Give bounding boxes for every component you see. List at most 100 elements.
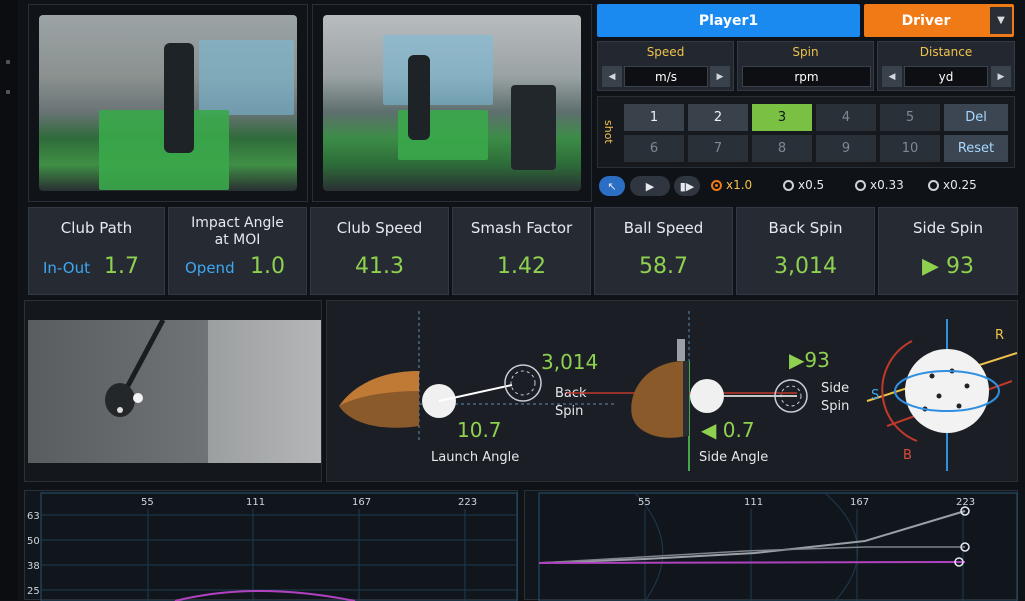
back-spin-value: 3,014 [541,350,598,374]
golfer-figure [408,55,430,140]
spin-unit-title: Spin [792,45,819,59]
speed-x05-label: x0.5 [798,178,825,192]
shot-3-button[interactable]: 3 [752,104,812,131]
speed-unit-selector: Speed ◀ m/s ▶ [597,41,734,91]
distance-unit-next-button[interactable]: ▶ [991,66,1011,87]
x-tick-label: 111 [744,497,763,508]
speed-x025-label: x0.25 [943,178,977,192]
x-tick-label: 111 [246,497,265,508]
shot-8-button[interactable]: 8 [752,135,812,162]
distance-unit-selector: Distance ◀ yd ▶ [877,41,1015,91]
speed-x1-label: x1.0 [726,178,753,192]
x-tick-label: 223 [458,497,477,508]
launch-angle-value: 10.7 [457,418,502,442]
playback-controls: ↖ ▶ ▮▶ x1.0 x0.5 x0.33 x0.25 [597,174,1015,200]
player-select-button[interactable]: Player1 [597,4,860,37]
club-select-dropdown[interactable]: Driver ▼ [864,4,1014,37]
trajectory-top-chart: 55 111 167 223 [524,490,1018,601]
metric-label: Smash Factor [470,219,573,237]
club-impact-overlay [105,320,166,417]
x-tick-label: 167 [850,497,869,508]
shot-10-button[interactable]: 10 [880,135,940,162]
camera-image [39,15,297,191]
delete-shot-button[interactable]: Del [944,104,1008,131]
side-angle-label: Side Angle [699,450,768,465]
metric-value: 1.42 [497,254,546,279]
metric-club-path: Club Path In-Out 1.7 [28,207,165,295]
speed-unit-value: m/s [624,66,708,87]
speed-x05-radio[interactable]: x0.5 [783,178,824,192]
metric-label: Back Spin [768,219,843,237]
camera-view-front[interactable] [28,4,308,202]
speed-unit-prev-button[interactable]: ◀ [602,66,622,87]
shot-label: shot [602,120,615,144]
camera-view-side[interactable] [312,4,592,202]
shot-2-button[interactable]: 2 [688,104,748,131]
metric-value: ▶ 93 [922,254,974,279]
side-spin-label-2: Spin [821,399,849,414]
launch-angle-label: Launch Angle [431,450,519,465]
metric-value: 3,014 [774,254,837,279]
speed-x033-radio[interactable]: x0.33 [855,178,904,192]
shot-9-button[interactable]: 9 [816,135,876,162]
axis-b-label: B [903,448,912,463]
axis-s-label: S [871,388,879,403]
metric-back-spin: Back Spin 3,014 [736,207,875,295]
metric-value: 58.7 [639,254,688,279]
rail-marker [6,90,10,94]
impact-diagram: 3,014 Back Spin 10.7 Launch Angle ▶93 Si… [339,311,1018,471]
simulator-screen [383,35,493,105]
shot-4-button[interactable]: 4 [816,104,876,131]
metric-sub-label: Opend [185,259,235,277]
metric-value: 41.3 [355,254,404,279]
axis-r-label: R [995,328,1004,343]
metric-label: Club Speed [336,219,423,237]
shot-1-button[interactable]: 1 [624,104,684,131]
camera-image [323,15,581,191]
step-forward-button[interactable]: ▮▶ [674,176,700,196]
club-label: Driver [901,12,951,29]
chevron-down-icon[interactable]: ▼ [990,7,1012,34]
radio-icon [855,179,866,191]
distance-unit-value: yd [904,66,988,87]
shot-6-button[interactable]: 6 [624,135,684,162]
shot-7-button[interactable]: 7 [688,135,748,162]
speed-unit-title: Speed [646,45,685,59]
radio-icon [928,179,939,191]
play-button[interactable]: ▶ [630,176,670,196]
metric-label: Club Path [60,219,133,237]
y-tick-label: 38 [27,561,40,572]
metric-label: Impact Angle at MOI [191,215,284,248]
metric-club-speed: Club Speed 41.3 [310,207,449,295]
spin-axis-ball: R S B [866,319,1018,471]
top-view-plot: 55 111 167 223 [538,492,1018,601]
side-view-plot: 55 111 167 223 63 50 38 25 [27,492,518,601]
x-tick-label: 167 [352,497,371,508]
impact-camera-image[interactable] [28,320,321,463]
speed-x1-radio[interactable]: x1.0 [711,178,752,192]
spin-unit-selector: Spin rpm [737,41,874,91]
metric-side-spin: Side Spin ▶ 93 [878,207,1018,295]
simulator-screen [199,40,294,115]
metric-smash-factor: Smash Factor 1.42 [452,207,591,295]
side-angle-value: ◀ 0.7 [701,418,755,442]
metric-impact-angle: Impact Angle at MOI Opend 1.0 [168,207,307,295]
radio-selected-icon [711,179,722,191]
rail-marker [6,60,10,64]
speed-x033-label: x0.33 [870,178,904,192]
side-spin-value: ▶93 [789,348,830,372]
kiosk-monitor [511,85,556,170]
side-rail [0,0,18,600]
y-tick-label: 50 [27,536,40,547]
y-tick-label: 25 [27,586,40,597]
metric-value: 1.7 [104,254,139,279]
cursor-icon[interactable]: ↖ [599,176,625,196]
distance-unit-prev-button[interactable]: ◀ [882,66,902,87]
shot-5-button[interactable]: 5 [880,104,940,131]
reset-shots-button[interactable]: Reset [944,135,1008,162]
spin-unit-value[interactable]: rpm [742,66,871,87]
distance-unit-title: Distance [919,45,973,59]
speed-x025-radio[interactable]: x0.25 [928,178,977,192]
back-spin-label-2: Spin [555,404,583,419]
speed-unit-next-button[interactable]: ▶ [710,66,730,87]
